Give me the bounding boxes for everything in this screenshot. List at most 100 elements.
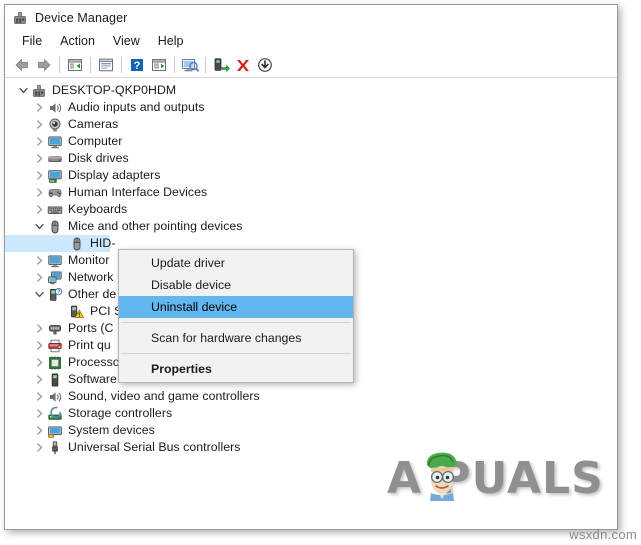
context-menu-separator [121, 353, 351, 354]
chevron-right-icon[interactable] [31, 337, 47, 354]
chevron-right-icon[interactable] [31, 99, 47, 116]
tree-node-usb-controllers[interactable]: Universal Serial Bus controllers [5, 439, 617, 456]
tree-node-mice-and-other-pointing-devices[interactable]: Mice and other pointing devices [5, 218, 617, 235]
monitor-icon [47, 134, 63, 150]
menu-action[interactable]: Action [51, 32, 104, 50]
tree-node-label: DESKTOP-QKP0HDM [52, 83, 177, 97]
tree-node-label: Ports (C [68, 321, 114, 335]
forward-icon[interactable] [33, 54, 55, 76]
menu-help[interactable]: Help [149, 32, 193, 50]
chevron-down-icon[interactable] [31, 218, 47, 235]
chevron-down-icon[interactable] [31, 286, 47, 303]
ctx-uninstall-device[interactable]: Uninstall device [119, 296, 353, 318]
tree-node-root[interactable]: DESKTOP-QKP0HDM [5, 82, 617, 99]
menu-view[interactable]: View [104, 32, 149, 50]
ctx-scan-hardware-changes[interactable]: Scan for hardware changes [119, 327, 353, 349]
toolbar-separator [59, 56, 60, 73]
device-manager-icon [12, 10, 28, 26]
chevron-right-icon[interactable] [31, 354, 47, 371]
window-title: Device Manager [35, 10, 128, 25]
chevron-right-icon[interactable] [31, 269, 47, 286]
update-driver-icon[interactable] [210, 54, 232, 76]
chevron-right-icon[interactable] [31, 167, 47, 184]
chevron-right-icon[interactable] [31, 388, 47, 405]
toolbar-separator [90, 56, 91, 73]
processor-icon [47, 355, 63, 371]
keyboard-icon [47, 202, 63, 218]
site-watermark: wsxdn.com [569, 527, 637, 542]
tree-node-label: Universal Serial Bus controllers [68, 440, 241, 454]
tree-node-cameras[interactable]: Cameras [5, 116, 617, 133]
tree-node-label: Sound, video and game controllers [68, 389, 260, 403]
toolbar: ? [5, 52, 617, 78]
help-icon[interactable]: ? [126, 54, 148, 76]
tree-node-label: Storage controllers [68, 406, 173, 420]
tree-node-sound-video-game-controllers[interactable]: Sound, video and game controllers [5, 388, 617, 405]
mouse-icon [47, 219, 63, 235]
tree-node-display-adapters[interactable]: Display adapters [5, 167, 617, 184]
disable-device-icon[interactable] [254, 54, 276, 76]
chevron-right-icon[interactable] [31, 133, 47, 150]
toolbar-separator [205, 56, 206, 73]
speaker-icon [47, 389, 63, 405]
tree-node-audio-inputs-and-outputs[interactable]: Audio inputs and outputs [5, 99, 617, 116]
menu-file[interactable]: File [13, 32, 51, 50]
chevron-right-icon[interactable] [31, 422, 47, 439]
tree-node-label: Audio inputs and outputs [68, 100, 205, 114]
menu-bar: File Action View Help [5, 30, 617, 52]
system-device-icon [47, 423, 63, 439]
chevron-right-icon[interactable] [31, 320, 47, 337]
context-menu-separator [121, 322, 351, 323]
tree-node-label: Keyboards [68, 202, 128, 216]
chevron-right-icon[interactable] [31, 201, 47, 218]
software-device-icon [47, 372, 63, 388]
display-adapter-icon [47, 168, 63, 184]
view-devices-icon[interactable] [148, 54, 170, 76]
ctx-update-driver[interactable]: Update driver [119, 252, 353, 274]
ctx-properties[interactable]: Properties [119, 358, 353, 380]
chevron-right-icon[interactable] [31, 252, 47, 269]
tree-node-label: System devices [68, 423, 155, 437]
show-hide-console-tree-icon[interactable] [64, 54, 86, 76]
tree-node-keyboards[interactable]: Keyboards [5, 201, 617, 218]
tree-node-label: Print qu [68, 338, 111, 352]
monitor-icon [47, 253, 63, 269]
disk-drive-icon [47, 151, 63, 167]
toolbar-separator [121, 56, 122, 73]
ctx-disable-device[interactable]: Disable device [119, 274, 353, 296]
chevron-right-icon[interactable] [31, 184, 47, 201]
uninstall-device-icon[interactable] [232, 54, 254, 76]
chevron-right-icon[interactable] [31, 116, 47, 133]
tree-node-label: Cameras [68, 117, 119, 131]
tree-node-system-devices[interactable]: System devices [5, 422, 617, 439]
properties-icon[interactable] [95, 54, 117, 76]
chevron-right-icon[interactable] [31, 439, 47, 456]
usb-icon [47, 440, 63, 456]
hid-icon [47, 185, 63, 201]
tree-node-label: Display adapters [68, 168, 161, 182]
scan-hardware-changes-icon[interactable] [179, 54, 201, 76]
screenshot-root: Device Manager File Action View Help ? D… [0, 0, 641, 545]
tree-node-computer[interactable]: Computer [5, 133, 617, 150]
title-bar: Device Manager [5, 5, 617, 30]
chevron-right-icon[interactable] [31, 150, 47, 167]
port-icon [47, 321, 63, 337]
back-icon[interactable] [11, 54, 33, 76]
tree-node-disk-drives[interactable]: Disk drives [5, 150, 617, 167]
tree-node-human-interface-devices[interactable]: Human Interface Devices [5, 184, 617, 201]
toolbar-separator [174, 56, 175, 73]
tree-node-storage-controllers[interactable]: Storage controllers [5, 405, 617, 422]
speaker-icon [47, 100, 63, 116]
tree-node-label: HID- [90, 236, 116, 250]
chevron-right-icon[interactable] [31, 405, 47, 422]
chevron-down-icon[interactable] [15, 82, 31, 99]
device-manager-window: Device Manager File Action View Help ? D… [4, 4, 618, 530]
context-menu[interactable]: Update driver Disable device Uninstall d… [118, 249, 354, 383]
svg-text:?: ? [57, 289, 60, 295]
chevron-right-icon[interactable] [31, 371, 47, 388]
mouse-icon [69, 236, 85, 252]
computer-root-icon [31, 83, 47, 99]
storage-controller-icon [47, 406, 63, 422]
warning-device-icon [69, 304, 85, 320]
